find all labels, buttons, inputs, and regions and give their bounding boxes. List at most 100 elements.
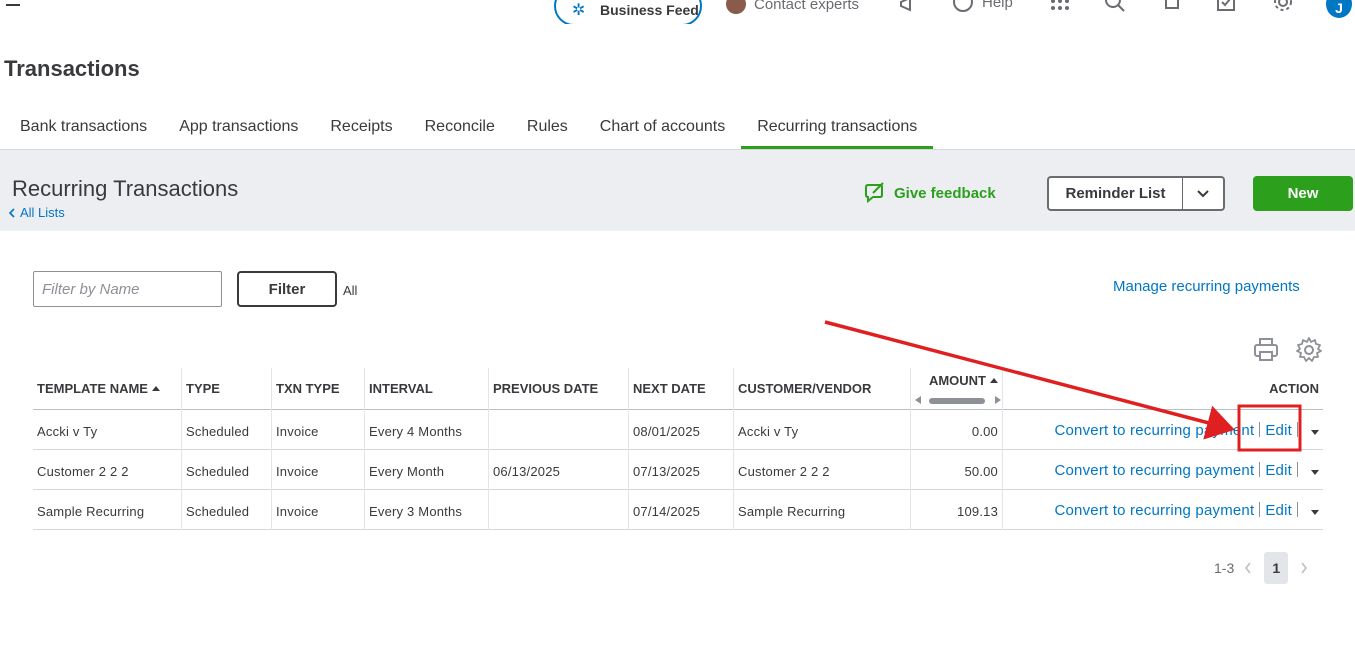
chevron-left-icon bbox=[8, 207, 15, 218]
cell-previous-date bbox=[489, 410, 629, 450]
col-txn-type[interactable]: TXN TYPE bbox=[272, 368, 365, 410]
bell-icon[interactable] bbox=[1162, 0, 1182, 21]
cell-txn-type: Invoice bbox=[272, 410, 365, 450]
page-1-button[interactable]: 1 bbox=[1264, 552, 1289, 584]
cell-type: Scheduled bbox=[182, 490, 272, 530]
menu-icon[interactable] bbox=[6, 4, 24, 14]
cell-previous-date: 06/13/2025 bbox=[489, 450, 629, 490]
cell-template-name: Sample Recurring bbox=[33, 490, 182, 530]
pagination: 1-3 1 bbox=[1214, 552, 1312, 584]
amount-column-scrollbar[interactable] bbox=[915, 394, 1001, 406]
apps-grid-icon[interactable] bbox=[1050, 0, 1070, 24]
sparkle-icon: ✲ bbox=[572, 2, 586, 19]
cell-type: Scheduled bbox=[182, 410, 272, 450]
tab-rules[interactable]: Rules bbox=[511, 108, 584, 150]
cell-interval: Every 3 Months bbox=[365, 490, 489, 530]
table-row: Customer 2 2 2 Scheduled Invoice Every M… bbox=[33, 450, 1323, 490]
search-icon[interactable] bbox=[1104, 0, 1126, 21]
table-header: TEMPLATE NAME TYPE TXN TYPE INTERVAL PRE… bbox=[33, 368, 1323, 410]
col-amount[interactable]: AMOUNT bbox=[911, 368, 1003, 410]
reminder-list-button[interactable]: Reminder List bbox=[1049, 178, 1183, 209]
cell-previous-date bbox=[489, 490, 629, 530]
all-lists-link[interactable]: All Lists bbox=[8, 205, 65, 220]
table-settings-gear-icon[interactable] bbox=[1295, 336, 1323, 364]
contact-experts-label: Contact experts bbox=[754, 0, 860, 13]
more-actions-caret-icon[interactable] bbox=[1311, 510, 1319, 515]
col-template-name[interactable]: TEMPLATE NAME bbox=[33, 368, 182, 410]
col-action: ACTION bbox=[1269, 381, 1319, 396]
megaphone-icon[interactable] bbox=[898, 0, 918, 19]
col-interval[interactable]: INTERVAL bbox=[365, 368, 489, 410]
new-button[interactable]: New bbox=[1253, 176, 1353, 211]
action-divider bbox=[1297, 502, 1298, 517]
convert-to-recurring-payment-link[interactable]: Convert to recurring payment bbox=[1054, 502, 1254, 519]
section-title: Recurring Transactions bbox=[12, 176, 239, 201]
next-page-chevron-icon[interactable] bbox=[1296, 558, 1312, 578]
filter-by-name-input[interactable] bbox=[33, 271, 222, 307]
cell-template-name: Customer 2 2 2 bbox=[33, 450, 182, 490]
edit-link[interactable]: Edit bbox=[1265, 502, 1292, 519]
scroll-right-icon[interactable] bbox=[995, 396, 1001, 404]
cell-interval: Every Month bbox=[365, 450, 489, 490]
scroll-thumb[interactable] bbox=[929, 398, 985, 404]
cell-action: Convert to recurring payment Edit bbox=[1003, 410, 1323, 450]
all-lists-label: All Lists bbox=[20, 205, 65, 220]
convert-to-recurring-payment-link[interactable]: Convert to recurring payment bbox=[1054, 462, 1254, 479]
pagination-range: 1-3 bbox=[1214, 560, 1235, 576]
tab-recurring-transactions[interactable]: Recurring transactions bbox=[741, 108, 934, 150]
user-avatar[interactable]: J bbox=[1326, 0, 1352, 18]
filter-scope-label: All bbox=[343, 283, 358, 298]
action-divider bbox=[1259, 502, 1261, 517]
page-title: Transactions bbox=[4, 56, 140, 81]
tab-chart-of-accounts[interactable]: Chart of accounts bbox=[584, 108, 741, 150]
settings-icon[interactable] bbox=[1272, 0, 1294, 21]
business-feed-button[interactable]: ✲ Business Feed bbox=[554, 0, 702, 24]
cell-action: Convert to recurring payment Edit bbox=[1003, 450, 1323, 490]
more-actions-caret-icon[interactable] bbox=[1311, 430, 1319, 435]
action-divider bbox=[1259, 462, 1261, 477]
tab-app-transactions[interactable]: App transactions bbox=[163, 108, 314, 150]
col-type[interactable]: TYPE bbox=[182, 368, 272, 410]
cell-amount: 0.00 bbox=[911, 410, 1003, 450]
print-icon[interactable] bbox=[1252, 336, 1280, 364]
help-icon[interactable] bbox=[952, 0, 974, 21]
cell-next-date: 07/13/2025 bbox=[629, 450, 734, 490]
filter-button[interactable]: Filter bbox=[237, 271, 337, 307]
tab-reconcile[interactable]: Reconcile bbox=[409, 108, 511, 150]
contact-experts-button[interactable]: Contact experts bbox=[726, 0, 859, 14]
tab-receipts[interactable]: Receipts bbox=[314, 108, 408, 150]
col-previous-date[interactable]: PREVIOUS DATE bbox=[489, 368, 629, 410]
annotation-overlay bbox=[824, 320, 1302, 452]
cell-txn-type: Invoice bbox=[272, 450, 365, 490]
col-amount-label: AMOUNT bbox=[928, 373, 986, 388]
help-label[interactable]: Help bbox=[982, 0, 1013, 11]
action-divider bbox=[1259, 422, 1261, 437]
reminder-list-split-button: Reminder List bbox=[1047, 176, 1225, 211]
previous-page-chevron-icon[interactable] bbox=[1240, 558, 1256, 578]
manage-recurring-payments-link[interactable]: Manage recurring payments bbox=[1113, 278, 1300, 295]
top-bar: ✲ Business Feed Contact experts Help J bbox=[0, 0, 1355, 24]
transactions-tabs: Bank transactions App transactions Recei… bbox=[4, 108, 934, 150]
tab-bank-transactions[interactable]: Bank transactions bbox=[4, 108, 163, 150]
scroll-left-icon[interactable] bbox=[915, 396, 921, 404]
chevron-down-icon bbox=[1197, 189, 1209, 197]
give-feedback-button[interactable]: Give feedback bbox=[864, 182, 996, 204]
cell-next-date: 07/14/2025 bbox=[629, 490, 734, 530]
expert-avatar bbox=[726, 0, 746, 14]
cell-txn-type: Invoice bbox=[272, 490, 365, 530]
cell-template-name: Accki v Ty bbox=[33, 410, 182, 450]
col-next-date[interactable]: NEXT DATE bbox=[629, 368, 734, 410]
convert-to-recurring-payment-link[interactable]: Convert to recurring payment bbox=[1054, 422, 1254, 439]
give-feedback-label: Give feedback bbox=[894, 184, 996, 202]
sort-asc-icon bbox=[990, 378, 998, 383]
more-actions-caret-icon[interactable] bbox=[1311, 470, 1319, 475]
action-divider bbox=[1297, 462, 1298, 477]
edit-link[interactable]: Edit bbox=[1265, 462, 1292, 479]
cell-amount: 109.13 bbox=[911, 490, 1003, 530]
reminder-list-dropdown[interactable] bbox=[1183, 178, 1223, 209]
tasks-icon[interactable] bbox=[1216, 0, 1236, 21]
col-customer-vendor[interactable]: CUSTOMER/VENDOR bbox=[734, 368, 911, 410]
cell-customer-vendor: Sample Recurring bbox=[734, 490, 911, 530]
col-template-name-label: TEMPLATE NAME bbox=[37, 381, 148, 396]
edit-link[interactable]: Edit bbox=[1265, 422, 1292, 439]
